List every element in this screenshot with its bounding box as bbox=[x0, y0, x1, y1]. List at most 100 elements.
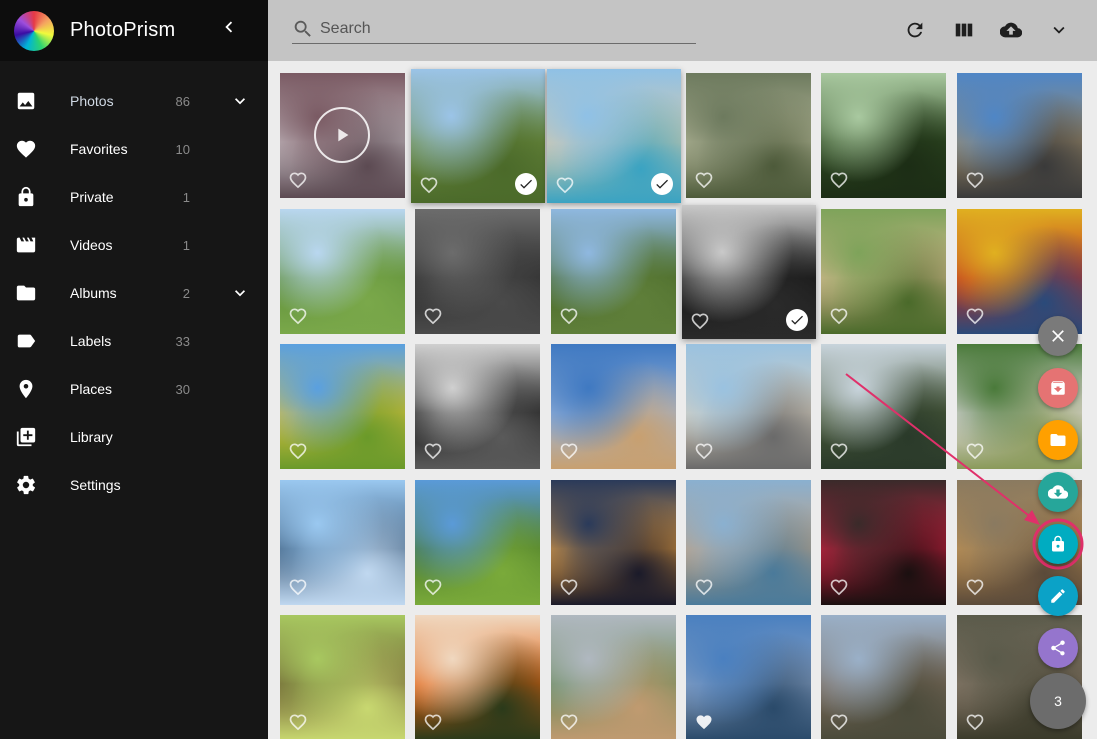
favorite-heart-icon[interactable] bbox=[423, 712, 443, 732]
library-icon bbox=[0, 426, 70, 448]
photo-tile[interactable] bbox=[821, 73, 947, 198]
sidebar-item-albums[interactable]: Albums 2 bbox=[0, 269, 268, 317]
favorite-heart-icon[interactable] bbox=[829, 170, 849, 190]
toolbar bbox=[268, 0, 1097, 61]
photo-tile[interactable] bbox=[956, 208, 1082, 334]
favorite-heart-icon[interactable] bbox=[423, 441, 443, 461]
favorite-heart-icon[interactable] bbox=[829, 441, 849, 461]
favorite-heart-icon[interactable] bbox=[965, 712, 985, 732]
add-to-album-button[interactable] bbox=[1038, 420, 1078, 460]
sidebar-item-private[interactable]: Private 1 bbox=[0, 173, 268, 221]
sidebar-item-label: Albums bbox=[70, 285, 117, 301]
selected-check-icon[interactable] bbox=[785, 308, 808, 331]
sidebar-item-count: 1 bbox=[182, 189, 190, 205]
favorite-heart-icon[interactable] bbox=[829, 306, 849, 326]
sidebar-item-count: 30 bbox=[175, 381, 190, 397]
photo-grid bbox=[268, 61, 1097, 739]
favorite-heart-icon[interactable] bbox=[288, 577, 308, 597]
favorite-heart-icon[interactable] bbox=[559, 306, 579, 326]
download-button[interactable] bbox=[1038, 472, 1078, 512]
photo-tile[interactable] bbox=[280, 208, 405, 334]
photo-tile[interactable] bbox=[411, 69, 546, 203]
photo-tile[interactable] bbox=[821, 208, 947, 334]
chevron-down-icon[interactable] bbox=[230, 283, 250, 303]
view-column-icon[interactable] bbox=[951, 17, 977, 43]
favorite-heart-icon[interactable] bbox=[965, 441, 985, 461]
refresh-icon[interactable] bbox=[902, 17, 928, 43]
favorite-heart-icon[interactable] bbox=[559, 441, 579, 461]
favorite-heart-icon[interactable] bbox=[694, 577, 714, 597]
sidebar-item-count: 33 bbox=[175, 333, 190, 349]
photo-tile[interactable] bbox=[550, 479, 676, 605]
sidebar-item-videos[interactable]: Videos 1 bbox=[0, 221, 268, 269]
photo-tile[interactable] bbox=[415, 479, 541, 605]
pencil-icon bbox=[1049, 587, 1067, 605]
favorite-heart-icon[interactable] bbox=[288, 170, 308, 190]
favorite-heart-icon[interactable] bbox=[690, 311, 710, 331]
sidebar-item-library[interactable]: Library bbox=[0, 413, 268, 461]
photo-tile[interactable] bbox=[685, 615, 811, 739]
favorite-heart-icon[interactable] bbox=[559, 712, 579, 732]
cloud-upload-icon[interactable] bbox=[998, 17, 1024, 43]
favorite-heart-icon[interactable] bbox=[829, 577, 849, 597]
photo-tile[interactable] bbox=[415, 615, 541, 739]
favorite-heart-icon[interactable] bbox=[694, 712, 714, 732]
label-icon bbox=[0, 330, 70, 352]
favorite-heart-icon[interactable] bbox=[423, 577, 443, 597]
favorite-heart-icon[interactable] bbox=[965, 170, 985, 190]
favorite-heart-icon[interactable] bbox=[965, 577, 985, 597]
sidebar-item-labels[interactable]: Labels 33 bbox=[0, 317, 268, 365]
archive-button[interactable] bbox=[1038, 368, 1078, 408]
play-icon[interactable] bbox=[314, 107, 370, 163]
favorite-heart-icon[interactable] bbox=[965, 306, 985, 326]
photo-tile[interactable] bbox=[550, 615, 676, 739]
favorite-heart-icon[interactable] bbox=[288, 441, 308, 461]
photo-tile[interactable] bbox=[550, 208, 676, 334]
photo-tile[interactable] bbox=[821, 615, 947, 739]
photo-tile[interactable] bbox=[685, 73, 811, 198]
sidebar-item-favorites[interactable]: Favorites 10 bbox=[0, 125, 268, 173]
selected-check-icon[interactable] bbox=[650, 173, 673, 195]
photo-tile[interactable] bbox=[821, 479, 947, 605]
collapse-sidebar-icon[interactable] bbox=[218, 16, 240, 42]
photo-tile[interactable] bbox=[546, 69, 681, 203]
search-input[interactable] bbox=[320, 19, 680, 38]
edit-button[interactable] bbox=[1038, 576, 1078, 616]
favorite-heart-icon[interactable] bbox=[694, 441, 714, 461]
sidebar-item-places[interactable]: Places 30 bbox=[0, 365, 268, 413]
sidebar-item-settings[interactable]: Settings bbox=[0, 461, 268, 509]
folder-icon bbox=[0, 282, 70, 304]
favorite-heart-icon[interactable] bbox=[288, 712, 308, 732]
photo-tile[interactable] bbox=[280, 479, 405, 605]
photo-tile[interactable] bbox=[956, 73, 1082, 198]
photo-tile[interactable] bbox=[280, 344, 405, 469]
photo-tile[interactable] bbox=[415, 208, 541, 334]
photo-tile[interactable] bbox=[681, 204, 816, 339]
close-selection-button[interactable] bbox=[1038, 316, 1078, 356]
favorite-heart-icon[interactable] bbox=[419, 175, 439, 195]
photo-tile[interactable] bbox=[685, 344, 811, 469]
share-button[interactable] bbox=[1038, 628, 1078, 668]
photo-tile[interactable] bbox=[415, 344, 541, 469]
private-toggle-button[interactable] bbox=[1038, 524, 1078, 564]
sidebar-item-label: Settings bbox=[70, 477, 121, 493]
selection-count-button[interactable]: 3 bbox=[1030, 673, 1086, 729]
image-icon bbox=[0, 90, 70, 112]
favorite-heart-icon[interactable] bbox=[423, 306, 443, 326]
chevron-down-icon[interactable] bbox=[230, 91, 250, 111]
photo-tile[interactable] bbox=[550, 344, 676, 469]
favorite-heart-icon[interactable] bbox=[829, 712, 849, 732]
sidebar-item-photos[interactable]: Photos 86 bbox=[0, 77, 268, 125]
photo-tile[interactable] bbox=[685, 479, 811, 605]
favorite-heart-icon[interactable] bbox=[559, 577, 579, 597]
favorite-heart-icon[interactable] bbox=[555, 175, 575, 195]
favorite-heart-icon[interactable] bbox=[694, 170, 714, 190]
sidebar-item-label: Videos bbox=[70, 237, 113, 253]
photo-tile[interactable] bbox=[280, 615, 405, 739]
sidebar-item-count: 2 bbox=[182, 285, 190, 301]
favorite-heart-icon[interactable] bbox=[288, 306, 308, 326]
photo-tile[interactable] bbox=[280, 73, 405, 198]
selected-check-icon[interactable] bbox=[515, 173, 538, 195]
chevron-down-icon[interactable] bbox=[1046, 17, 1072, 43]
photo-tile[interactable] bbox=[821, 344, 947, 469]
